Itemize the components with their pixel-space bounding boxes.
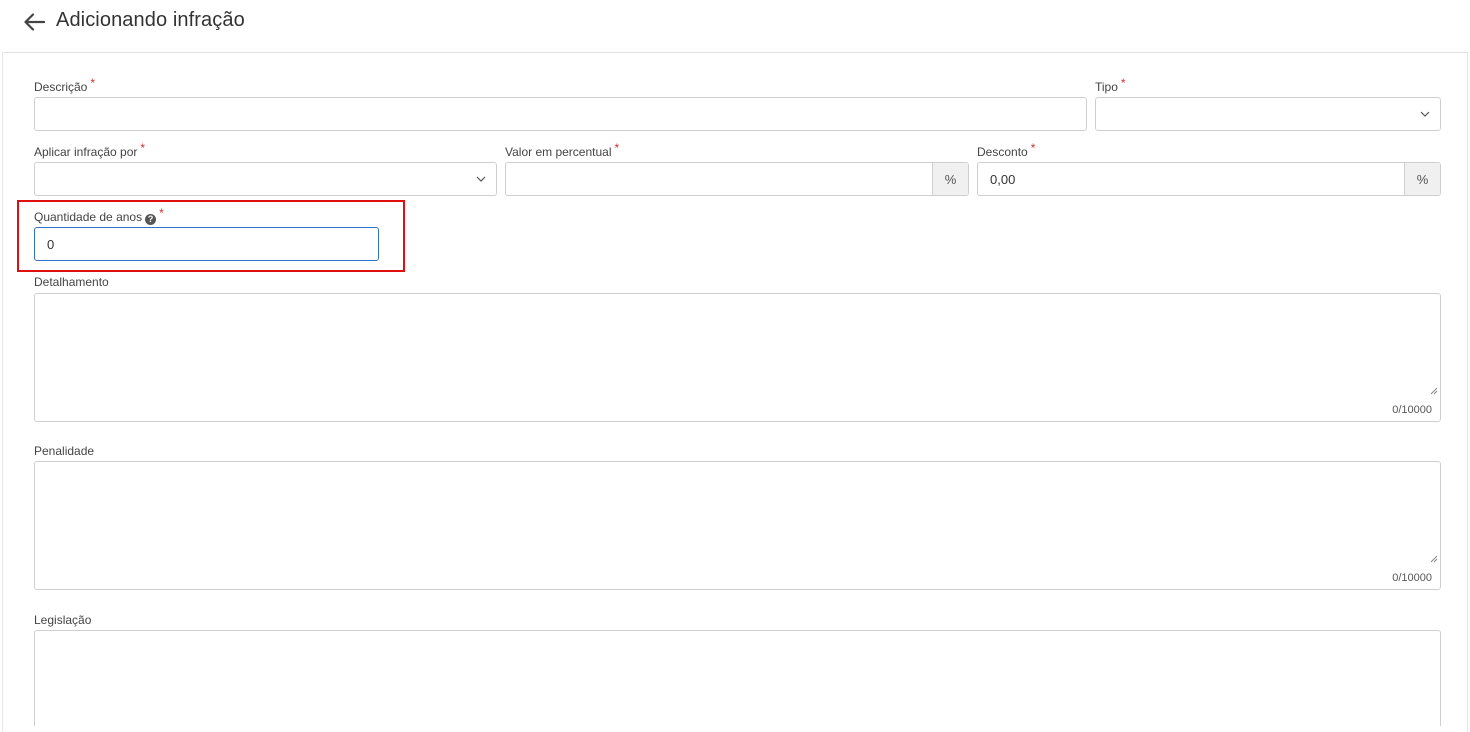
char-counter: 0/10000 — [1392, 572, 1432, 584]
quantidade-anos-input[interactable] — [35, 228, 378, 260]
tipo-label: Tipo * — [1095, 76, 1126, 94]
detalhamento-textarea[interactable]: 0/10000 — [34, 293, 1441, 422]
valor-percentual-input[interactable] — [506, 163, 932, 195]
desconto-label: Desconto * — [977, 141, 1036, 159]
resize-grip-icon[interactable] — [1430, 387, 1438, 395]
chevron-down-icon — [476, 176, 486, 182]
percent-addon: % — [1404, 163, 1440, 195]
required-mark: * — [1030, 141, 1036, 155]
legislacao-textarea[interactable] — [34, 630, 1441, 726]
descricao-field[interactable] — [34, 97, 1087, 131]
valor-percentual-label: Valor em percentual * — [505, 141, 620, 159]
required-mark: * — [1120, 76, 1126, 90]
aplicar-infracao-label: Aplicar infração por * — [34, 141, 146, 159]
descricao-input[interactable] — [35, 98, 1086, 130]
penalidade-label: Penalidade — [34, 444, 95, 458]
desconto-input[interactable] — [978, 163, 1404, 195]
required-mark: * — [614, 141, 620, 155]
arrow-left-icon — [24, 13, 45, 31]
help-icon[interactable]: ? — [145, 214, 157, 225]
required-mark: * — [140, 141, 146, 155]
aplicar-infracao-select[interactable] — [34, 162, 497, 196]
chevron-down-icon — [1420, 111, 1430, 117]
desconto-field[interactable]: % — [977, 162, 1441, 196]
quantidade-anos-label: Quantidade de anos? * — [34, 206, 164, 225]
char-counter: 0/10000 — [1392, 404, 1432, 416]
required-mark: * — [90, 76, 96, 90]
required-mark: * — [159, 206, 164, 220]
descricao-label: Descrição * — [34, 76, 96, 94]
legislacao-label: Legislação — [34, 613, 92, 627]
detalhamento-label: Detalhamento — [34, 275, 109, 289]
page-header: Adicionando infração — [0, 0, 1470, 52]
page-title: Adicionando infração — [56, 9, 245, 31]
tipo-select[interactable] — [1095, 97, 1441, 131]
percent-addon: % — [932, 163, 968, 195]
penalidade-textarea[interactable]: 0/10000 — [34, 461, 1441, 590]
back-button[interactable] — [20, 9, 48, 35]
valor-percentual-field[interactable]: % — [505, 162, 969, 196]
resize-grip-icon[interactable] — [1430, 555, 1438, 563]
quantidade-anos-field[interactable] — [34, 227, 379, 261]
